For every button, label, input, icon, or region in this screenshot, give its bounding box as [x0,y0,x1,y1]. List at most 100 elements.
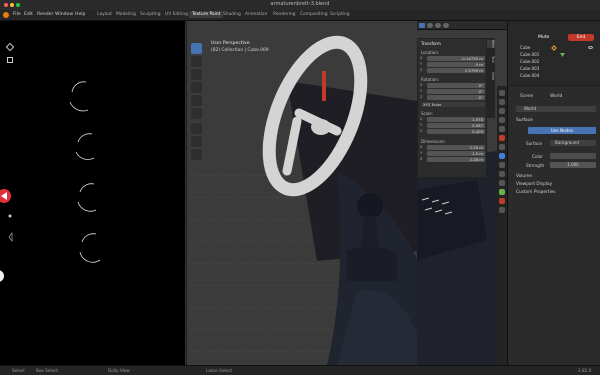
rotation-y-field[interactable]: 0° [427,89,485,94]
view-layer-props-icon[interactable] [499,117,505,123]
menu-window[interactable]: Window [55,12,73,17]
surface-section-header[interactable]: Surface [516,118,533,123]
modifier-icon [551,45,557,51]
menu-help[interactable]: Help [75,12,85,17]
scale-z-field[interactable]: 0.409 [427,129,485,134]
volume-section-header[interactable]: Volume [516,174,532,179]
viewport-scene [187,21,417,365]
transform-title[interactable]: Transform [421,41,441,46]
breadcrumb-scene: Scene [520,94,534,99]
rotation-mode-dropdown[interactable]: XYZ Euler [421,102,485,107]
rotation-x-field[interactable]: 0° [427,83,485,88]
custom-properties-section-header[interactable]: Custom Properties [516,190,556,195]
location-y-field[interactable]: 0 m [427,62,485,67]
physics-props-icon[interactable] [499,171,505,177]
data-props-icon[interactable] [499,189,505,195]
visibility-eye-icon[interactable] [588,46,593,49]
tool-props-icon[interactable] [499,90,505,96]
render-props-icon[interactable] [499,99,505,105]
outliner-item-cube-001[interactable]: Cube.001 [520,52,539,57]
modifier-props-icon[interactable] [499,153,505,159]
outliner-item-cube-002[interactable]: Cube.002 [520,59,539,64]
world-props-icon[interactable] [499,135,505,141]
location-x-field[interactable]: -0.14735 m [427,56,485,61]
shading-material-icon[interactable] [435,23,441,28]
outliner-item-cube-004[interactable]: Cube.004 [520,73,539,78]
scale-x-field[interactable]: 1.078 [427,117,485,122]
scene-props-icon[interactable] [499,126,505,132]
rotation-label: Rotation: [421,77,440,82]
surface-shader-dropdown[interactable]: Background [550,140,596,146]
mute-button[interactable]: Mute [538,35,549,40]
move-tool-button[interactable] [191,69,202,80]
transform-tool-button[interactable] [191,108,202,119]
overlay-toggle-icon[interactable] [419,23,425,28]
menu-render[interactable]: Render [37,12,53,17]
3d-viewport[interactable]: User Perspective (82) Collection | Cube.… [187,21,417,365]
side-arrow-icon [8,232,13,242]
outliner-item-cube-003[interactable]: Cube.003 [520,66,539,71]
tab-rendering[interactable]: Rendering [272,12,296,17]
blender-logo-icon[interactable] [3,12,9,18]
title-bar: armaturenbrett-3.blend [0,0,600,10]
side-circle-icon [0,270,4,282]
strength-field[interactable]: 1.000 [550,162,596,168]
tooth-texture-svg [0,81,101,282]
tab-texture-paint[interactable]: Texture Paint [189,11,224,18]
dimensions-y-field[interactable]: 1.5 m [427,151,485,156]
rotation-z-field[interactable]: 0° [427,95,485,100]
tab-layout[interactable]: Layout [96,12,113,17]
gear-boot [347,246,397,281]
image-editor-canvas[interactable] [0,21,186,365]
material-props-icon[interactable] [499,198,505,204]
tab-modeling[interactable]: Modeling [115,12,137,17]
top-menu-bar: File Edit Render Window Help Layout Mode… [0,10,600,21]
status-bar: Select Box Select Dolly View Lasso Selec… [0,365,600,375]
annotate-tool-button[interactable] [191,123,202,134]
location-z-field[interactable]: 2.5799 m [427,68,485,73]
scale-y-field[interactable]: 0.567 [427,123,485,128]
tab-uv-editing[interactable]: UV Editing [164,12,189,17]
shading-rendered-icon[interactable] [443,23,449,28]
menu-edit[interactable]: Edit [24,12,33,17]
tab-compositing[interactable]: Compositing [299,12,329,17]
steering-hub [311,119,331,135]
shading-solid-icon[interactable] [427,23,433,28]
output-props-icon[interactable] [499,108,505,114]
rotate-tool-button[interactable] [191,82,202,93]
sidebar-tab-tool[interactable]: Tool [487,56,495,63]
menu-file[interactable]: File [13,12,21,17]
tooth-arc-7 [81,233,97,243]
world-selector[interactable]: World [516,106,596,112]
dimensions-x-field[interactable]: 2.59 m [427,145,485,150]
tooth-arc-5 [79,183,95,193]
tab-scripting[interactable]: Scripting [329,12,351,17]
status-version: 2.82.0 [578,368,592,373]
tab-sculpting[interactable]: Sculpting [139,12,162,17]
constraints-props-icon[interactable] [499,180,505,186]
texture-props-icon[interactable] [499,207,505,213]
use-nodes-button[interactable]: Use Nodes [528,127,596,134]
particles-props-icon[interactable] [499,162,505,168]
dimensions-label: Dimensions: [421,139,446,144]
side-dot-icon [8,214,12,218]
end-call-button[interactable]: End [568,34,594,41]
tab-shading[interactable]: Shading [222,12,242,17]
cursor-tool-button[interactable] [191,56,202,67]
object-props-icon[interactable] [499,144,505,150]
scale-tool-button[interactable] [191,95,202,106]
viewport-display-section-header[interactable]: Viewport Display [516,182,552,187]
color-swatch[interactable] [550,153,596,159]
sidebar-tab-item[interactable]: Item [487,40,495,48]
select-tool-button[interactable] [191,43,202,54]
gear-knob [357,193,383,219]
outliner-item-cube[interactable]: Cube [520,45,530,50]
strength-label: Strength [526,163,545,168]
sidebar-tab-view[interactable]: View [487,72,495,80]
viewport-overlay-perspective: User Perspective [211,41,250,46]
tab-animation[interactable]: Animation [244,12,268,17]
add-cube-tool-button[interactable] [191,149,202,160]
color-label: Color [532,154,543,159]
dimensions-z-field[interactable]: 2.28 m [427,157,485,162]
measure-tool-button[interactable] [191,136,202,147]
